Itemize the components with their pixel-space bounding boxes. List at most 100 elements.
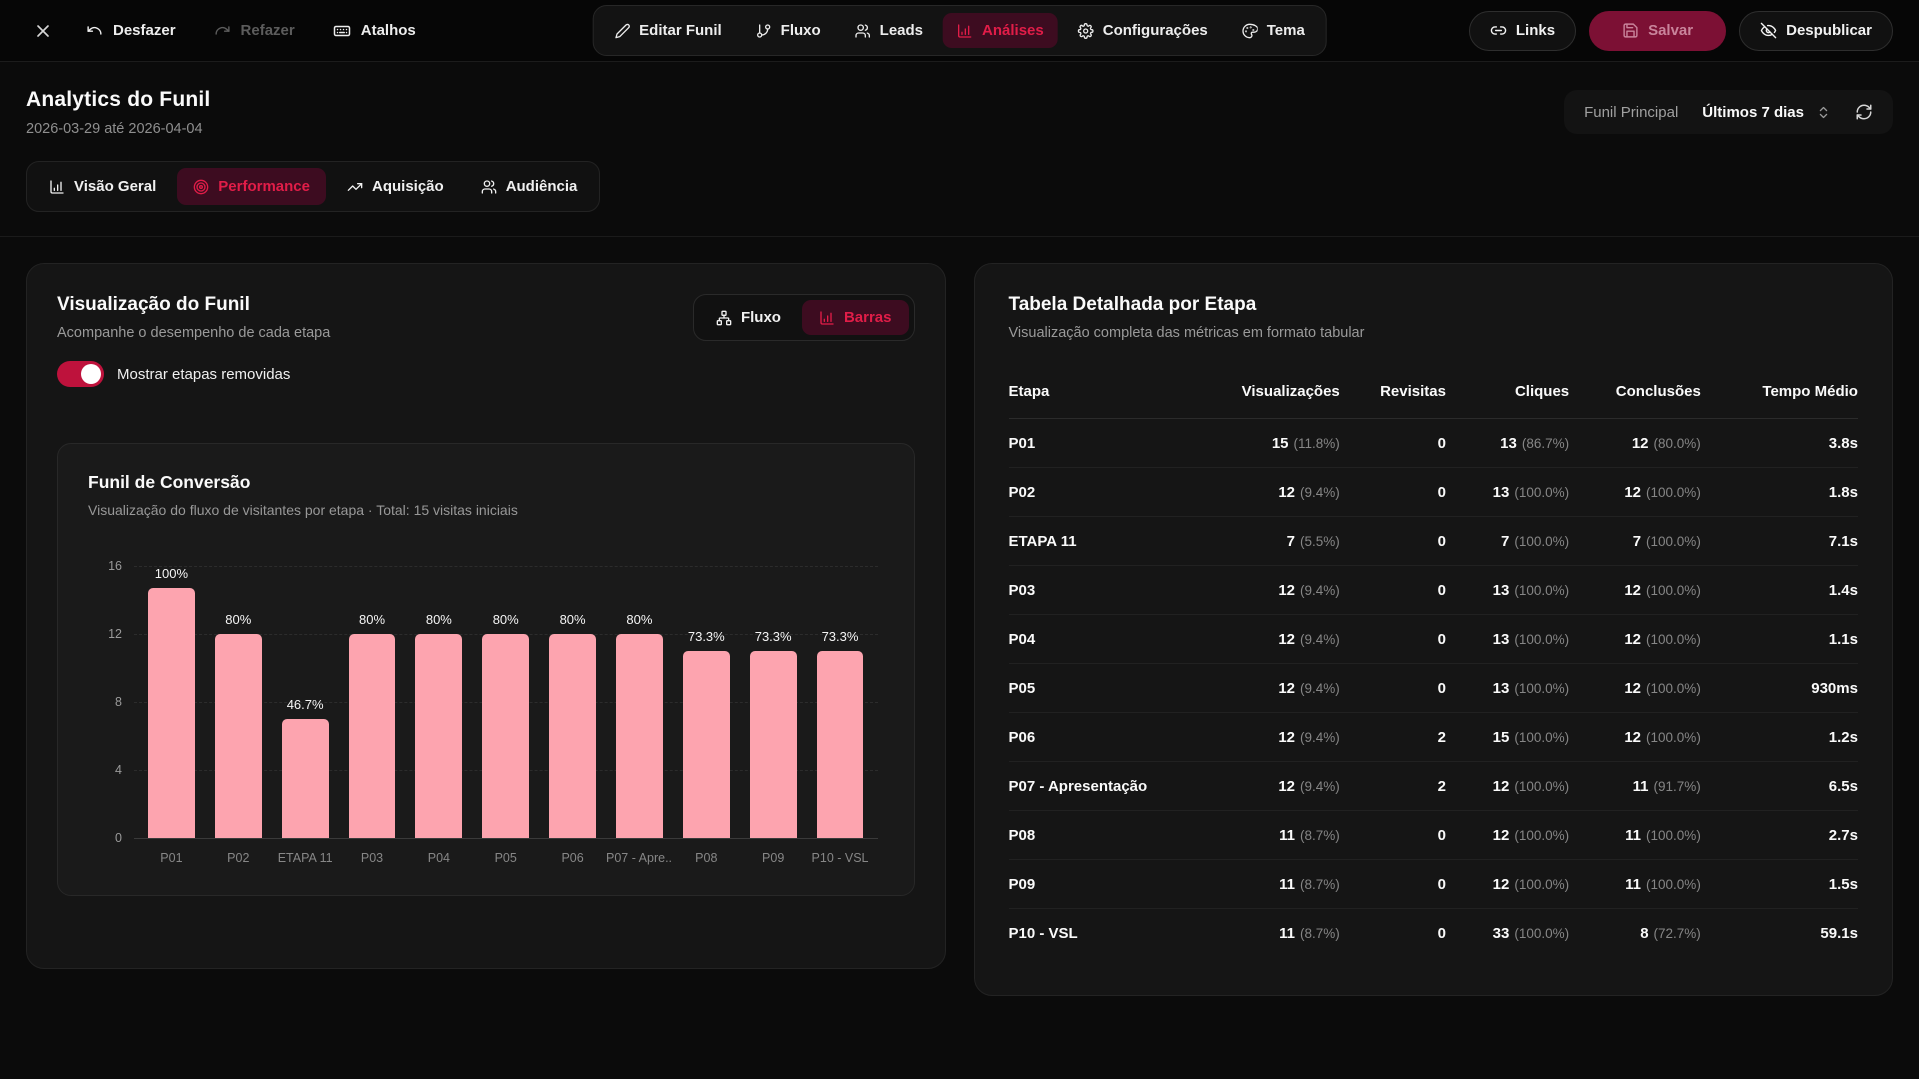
x-axis-label: P07 - Apre... [606,851,673,865]
table-row: P0412(9.4%)013(100.0%)12(100.0%)1.1s [1009,615,1859,664]
table-cell: 1.5s [1701,876,1858,893]
detailed-table-card: Tabela Detalhada por Etapa Visualização … [974,263,1894,996]
nav-item-editar-funil[interactable]: Editar Funil [600,13,736,48]
link-icon [1490,22,1507,39]
view-flow-button[interactable]: Fluxo [699,300,798,335]
tab-visao-geral[interactable]: Visão Geral [33,168,172,205]
shortcuts-label: Atalhos [361,22,416,39]
flow-network-icon [716,310,732,326]
nav-item-leads[interactable]: Leads [841,13,937,48]
table-header-row: Etapa Visualizações Revisitas Cliques Co… [1009,383,1859,419]
undo-button[interactable]: Desfazer [74,14,188,47]
x-axis-label: P02 [205,851,272,865]
table-cell: 12(9.4%) [1178,680,1339,697]
tab-audiencia[interactable]: Audiência [465,168,594,205]
bar-value-label: 80% [359,612,385,627]
bar [750,651,797,838]
shortcuts-button[interactable]: Atalhos [321,14,428,48]
funnel-visualization-card: Visualização do Funil Acompanhe o desemp… [26,263,946,969]
y-axis-tick: 0 [88,831,122,845]
bar [282,719,329,838]
keyboard-icon [333,22,351,40]
bar [683,651,730,838]
bar-value-label: 80% [426,612,452,627]
y-axis-tick: 16 [88,559,122,573]
pencil-icon [614,23,630,39]
undo-icon [86,22,103,39]
show-removed-steps-toggle[interactable] [57,361,104,387]
tab-aquisicao[interactable]: Aquisição [331,168,460,205]
redo-label: Refazer [241,22,295,39]
y-axis-tick: 12 [88,627,122,641]
table-cell: 0 [1340,631,1446,648]
table-cell: 0 [1340,435,1446,452]
view-bars-label: Barras [844,309,892,326]
refresh-button[interactable] [1855,103,1873,121]
nav-label: Análises [982,22,1044,39]
users-icon [481,179,497,195]
funnel-select[interactable]: Funil Principal [1584,104,1678,121]
unpublish-button[interactable]: Despublicar [1739,11,1893,51]
x-axis-label: P10 - VSL [807,851,874,865]
table-cell: 13(100.0%) [1446,631,1569,648]
save-button[interactable]: Salvar [1589,11,1726,51]
column-header-visualizacoes: Visualizações [1178,383,1339,400]
nav-item-fluxo[interactable]: Fluxo [742,13,835,48]
table-row: P0512(9.4%)013(100.0%)12(100.0%)930ms [1009,664,1859,713]
column-header-cliques: Cliques [1446,383,1569,400]
table-cell: 13(100.0%) [1446,484,1569,501]
view-bars-button[interactable]: Barras [802,300,909,335]
table-cell: 0 [1340,925,1446,942]
table-cell: 12(80.0%) [1569,435,1701,452]
nav-label: Editar Funil [639,22,722,39]
bar [482,634,529,838]
tab-performance[interactable]: Performance [177,168,326,205]
table-cell: P03 [1009,582,1179,599]
bar-slot: 80% [405,566,472,838]
bar-value-label: 80% [560,612,586,627]
save-label: Salvar [1648,22,1693,39]
x-axis-label: P04 [405,851,472,865]
date-range: 2026-03-29 até 2026-04-04 [26,121,210,137]
chevrons-up-down-icon [1816,105,1831,120]
branch-icon [756,23,772,39]
table-cell: 11(8.7%) [1178,876,1339,893]
unpublish-label: Despublicar [1786,22,1872,39]
period-select[interactable]: Últimos 7 dias [1702,104,1831,121]
links-button[interactable]: Links [1469,11,1576,51]
view-flow-label: Fluxo [741,309,781,326]
palette-icon [1242,23,1258,39]
redo-button[interactable]: Refazer [202,14,307,47]
table-cell: P10 - VSL [1009,925,1179,942]
table-cell: 12(9.4%) [1178,582,1339,599]
save-icon [1622,22,1639,39]
bar-slot: 80% [606,566,673,838]
x-axis-label: P03 [339,851,406,865]
close-icon [33,21,53,41]
view-mode-switch: Fluxo Barras [693,294,915,341]
table-row: P0312(9.4%)013(100.0%)12(100.0%)1.4s [1009,566,1859,615]
table-cell: 12(100.0%) [1446,827,1569,844]
x-axis-label: P05 [472,851,539,865]
table-cell: 12(100.0%) [1446,778,1569,795]
table-cell: 0 [1340,533,1446,550]
tab-label: Audiência [506,178,578,195]
redo-icon [214,22,231,39]
nav-item-tema[interactable]: Tema [1228,13,1319,48]
bar-value-label: 80% [493,612,519,627]
analytics-tabs: Visão Geral Performance Aquisição Audiên… [26,161,600,212]
tab-label: Visão Geral [74,178,156,195]
nav-item-configuracoes[interactable]: Configurações [1064,13,1222,48]
table-cell: 6.5s [1701,778,1858,795]
nav-label: Leads [880,22,923,39]
table-cell: 12(9.4%) [1178,729,1339,746]
table-cell: 12(100.0%) [1569,729,1701,746]
nav-item-analises[interactable]: Análises [943,13,1058,48]
links-label: Links [1516,22,1555,39]
table-cell: 11(100.0%) [1569,827,1701,844]
page-title: Analytics do Funil [26,88,210,112]
table-card-subtitle: Visualização completa das métricas em fo… [1009,325,1859,341]
table-cell: 2.7s [1701,827,1858,844]
close-button[interactable] [26,14,60,48]
undo-label: Desfazer [113,22,176,39]
